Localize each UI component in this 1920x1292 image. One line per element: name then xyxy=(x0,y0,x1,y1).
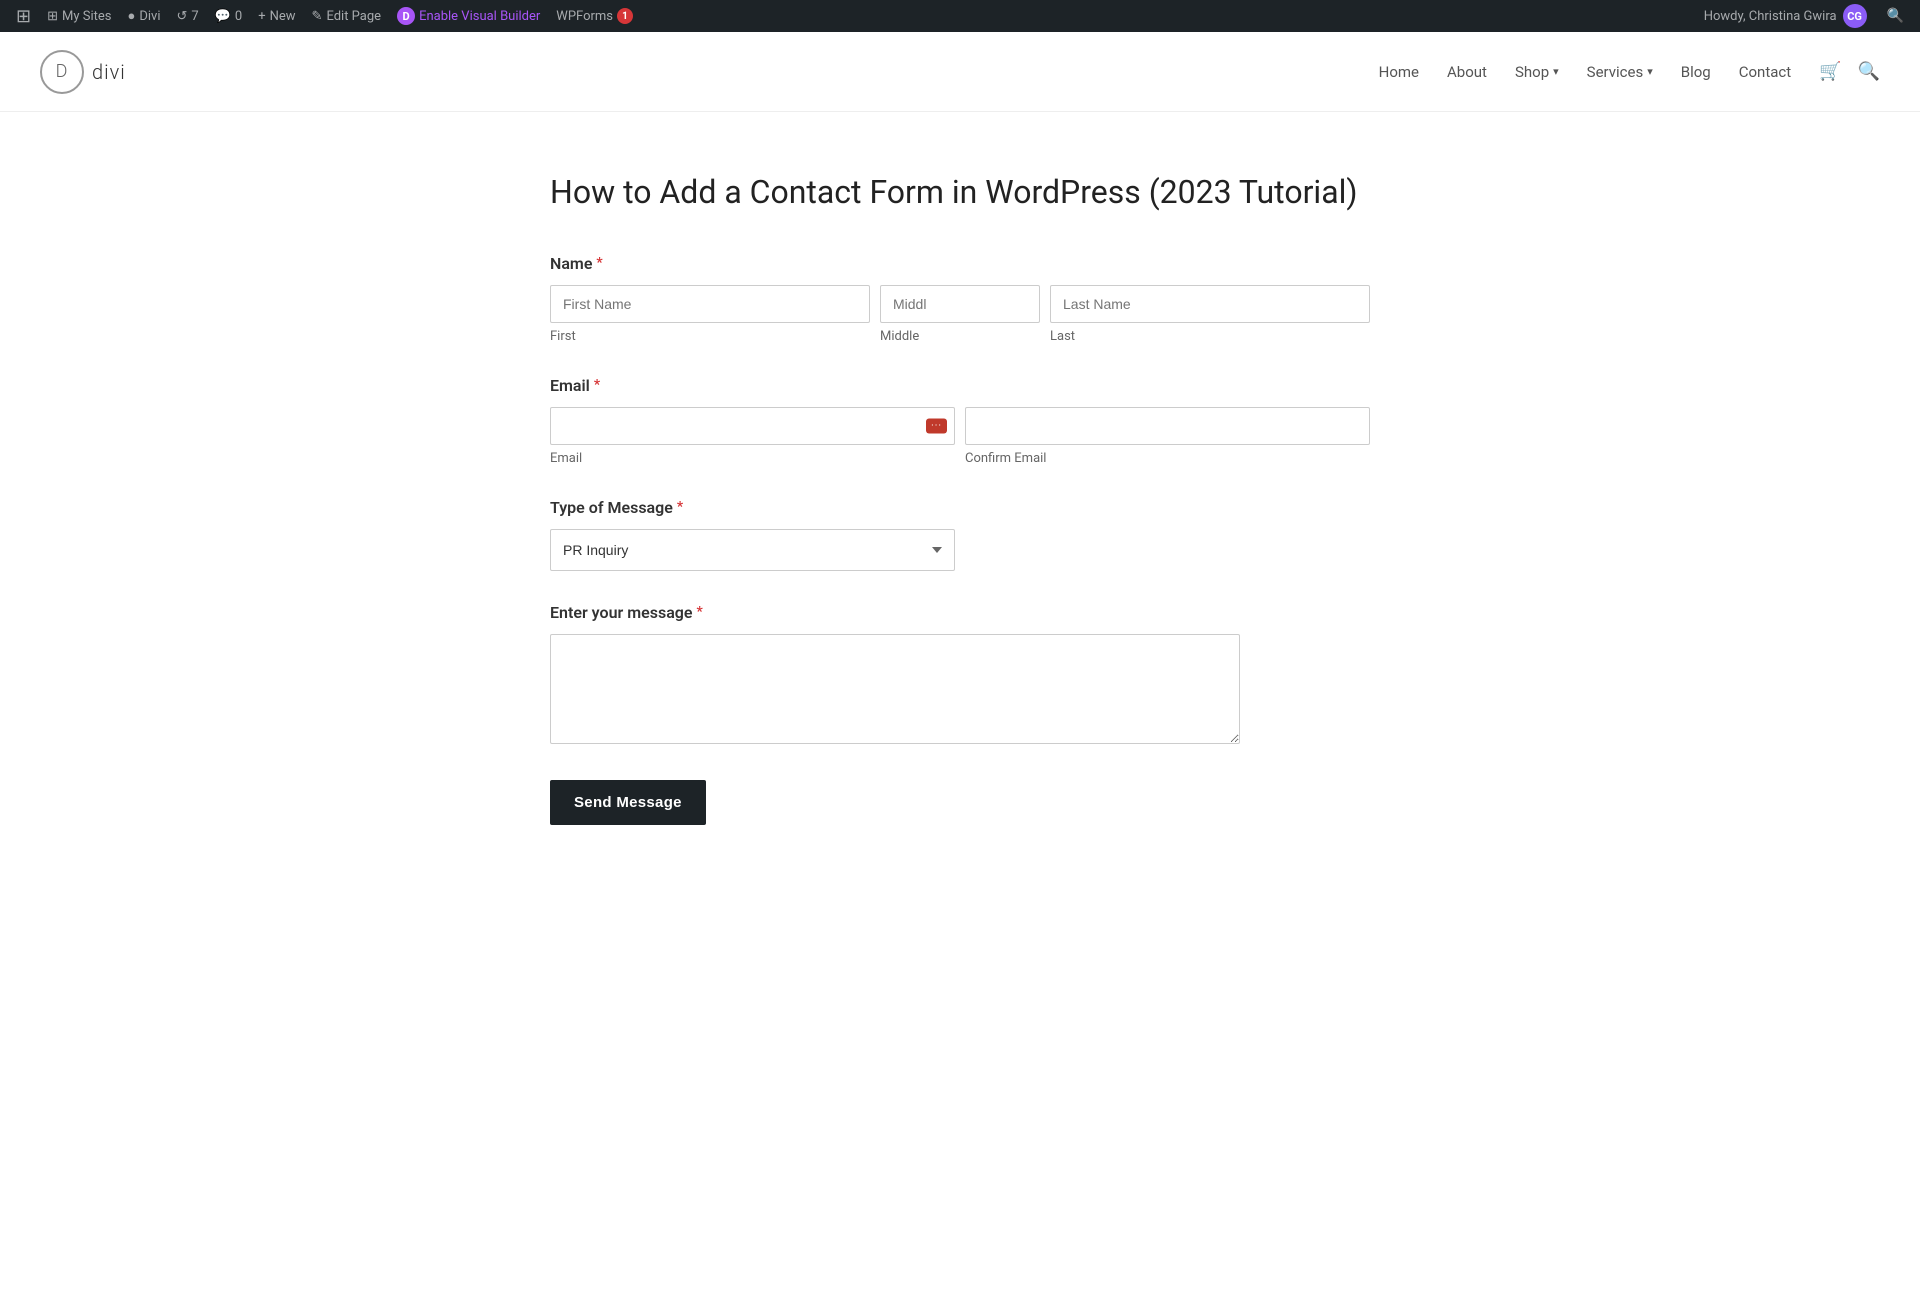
enable-vb-label: Enable Visual Builder xyxy=(419,9,540,24)
chevron-down-icon: ▾ xyxy=(1647,65,1653,78)
cart-icon[interactable]: 🛒 xyxy=(1819,61,1841,82)
search-icon[interactable]: 🔍 xyxy=(1858,61,1880,82)
admin-bar-right: Howdy, Christina Gwira CG 🔍 xyxy=(1704,4,1912,28)
logo-letter: D xyxy=(56,61,69,82)
middle-name-sublabel: Middle xyxy=(880,329,1040,344)
email-input[interactable] xyxy=(550,407,955,445)
new-menu[interactable]: + New xyxy=(250,0,303,32)
my-sites-icon: ⊞ xyxy=(47,9,58,24)
nav-icons: 🛒 🔍 xyxy=(1819,61,1880,82)
type-section: Type of Message * PR Inquiry General Inq… xyxy=(550,498,1370,571)
contact-form: Name * First Middle Last xyxy=(550,254,1370,825)
nav-blog[interactable]: Blog xyxy=(1681,63,1711,81)
comments-count: 0 xyxy=(235,9,242,24)
site-logo[interactable]: D divi xyxy=(40,50,126,94)
nav-contact-label: Contact xyxy=(1739,63,1791,81)
comments-menu[interactable]: 💬 0 xyxy=(207,0,251,32)
plus-icon: + xyxy=(258,9,265,24)
nav-services-label: Services xyxy=(1587,63,1644,81)
howdy-section[interactable]: Howdy, Christina Gwira CG xyxy=(1704,4,1867,28)
nav-home-label: Home xyxy=(1379,63,1419,81)
email-dots-icon[interactable]: ··· xyxy=(926,418,947,433)
confirm-email-input[interactable] xyxy=(965,407,1370,445)
logo-circle: D xyxy=(40,50,84,94)
type-required-star: * xyxy=(677,499,683,515)
nav-services[interactable]: Services ▾ xyxy=(1587,63,1653,81)
my-sites-menu[interactable]: ⊞ My Sites xyxy=(39,0,119,32)
message-required-star: * xyxy=(697,604,703,620)
site-header: D divi Home About Shop ▾ Services ▾ Blog… xyxy=(0,32,1920,112)
enable-vb-button[interactable]: D Enable Visual Builder xyxy=(389,0,548,32)
email-section: Email * ··· Email Confirm Email xyxy=(550,376,1370,466)
name-section: Name * First Middle Last xyxy=(550,254,1370,344)
site-nav: Home About Shop ▾ Services ▾ Blog Contac… xyxy=(1379,61,1880,82)
email-sublabel: Email xyxy=(550,451,955,466)
updates-count: 7 xyxy=(191,9,198,24)
divi-d-icon: D xyxy=(397,7,415,25)
page-title: How to Add a Contact Form in WordPress (… xyxy=(550,172,1370,214)
wpforms-menu[interactable]: WPForms 1 xyxy=(548,0,641,32)
last-name-input[interactable] xyxy=(1050,285,1370,323)
type-label: Type of Message * xyxy=(550,498,1370,517)
last-name-wrap: Last xyxy=(1050,285,1370,344)
my-sites-label: My Sites xyxy=(62,9,111,24)
divi-label: Divi xyxy=(139,9,160,24)
admin-search-icon[interactable]: 🔍 xyxy=(1879,8,1912,24)
email-fields-row: ··· Email Confirm Email xyxy=(550,407,1370,466)
middle-name-input[interactable] xyxy=(880,285,1040,323)
updates-menu[interactable]: ↺ 7 xyxy=(168,0,206,32)
nav-about-label: About xyxy=(1447,63,1487,81)
message-textarea[interactable] xyxy=(550,634,1240,744)
user-avatar: CG xyxy=(1843,4,1867,28)
admin-bar-left: ⊞ ⊞ My Sites ● Divi ↺ 7 💬 0 + New ✎ Edit… xyxy=(8,0,1704,32)
first-name-input[interactable] xyxy=(550,285,870,323)
wpforms-label: WPForms xyxy=(556,9,613,24)
first-name-wrap: First xyxy=(550,285,870,344)
updates-icon: ↺ xyxy=(176,9,187,24)
name-fields-row: First Middle Last xyxy=(550,285,1370,344)
divi-menu[interactable]: ● Divi xyxy=(119,0,168,32)
email-required-star: * xyxy=(594,377,600,393)
new-label: New xyxy=(270,9,296,24)
confirm-email-sublabel: Confirm Email xyxy=(965,451,1370,466)
edit-page-menu[interactable]: ✎ Edit Page xyxy=(304,0,390,32)
edit-icon: ✎ xyxy=(312,9,323,24)
name-label: Name * xyxy=(550,254,1370,273)
confirm-email-wrap: Confirm Email xyxy=(965,407,1370,466)
submit-button[interactable]: Send Message xyxy=(550,780,706,825)
nav-contact[interactable]: Contact xyxy=(1739,63,1791,81)
nav-blog-label: Blog xyxy=(1681,63,1711,81)
wordpress-logo[interactable]: ⊞ xyxy=(8,0,39,32)
submit-section: Send Message xyxy=(550,780,1370,825)
type-select[interactable]: PR Inquiry General Inquiry Support Other xyxy=(550,529,955,571)
howdy-text: Howdy, Christina Gwira xyxy=(1704,9,1837,24)
name-required-star: * xyxy=(596,255,602,271)
nav-about[interactable]: About xyxy=(1447,63,1487,81)
logo-name: divi xyxy=(92,60,126,84)
email-input-container: ··· xyxy=(550,407,955,445)
divi-icon: ● xyxy=(127,8,135,24)
message-label: Enter your message * xyxy=(550,603,1370,622)
message-section: Enter your message * xyxy=(550,603,1370,748)
edit-page-label: Edit Page xyxy=(326,9,381,24)
comments-icon: 💬 xyxy=(215,9,231,24)
chevron-down-icon: ▾ xyxy=(1553,65,1559,78)
email-input-wrap: ··· Email xyxy=(550,407,955,466)
admin-bar: ⊞ ⊞ My Sites ● Divi ↺ 7 💬 0 + New ✎ Edit… xyxy=(0,0,1920,32)
middle-name-wrap: Middle xyxy=(880,285,1040,344)
nav-shop-label: Shop xyxy=(1515,63,1549,81)
wpforms-badge: 1 xyxy=(617,8,633,24)
last-name-sublabel: Last xyxy=(1050,329,1370,344)
nav-shop[interactable]: Shop ▾ xyxy=(1515,63,1559,81)
nav-home[interactable]: Home xyxy=(1379,63,1419,81)
first-name-sublabel: First xyxy=(550,329,870,344)
email-label: Email * xyxy=(550,376,1370,395)
main-content: How to Add a Contact Form in WordPress (… xyxy=(510,172,1410,825)
